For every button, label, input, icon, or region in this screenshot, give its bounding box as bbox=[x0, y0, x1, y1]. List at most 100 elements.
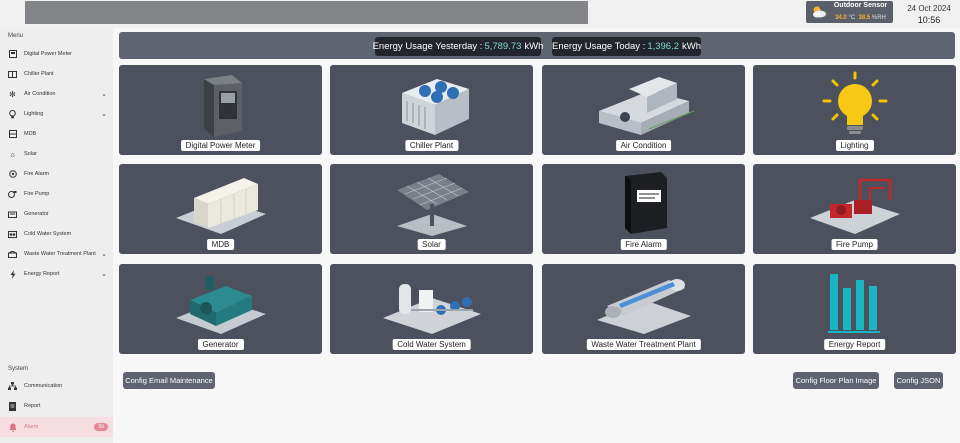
sidebar-item-label: Chiller Plant bbox=[24, 71, 54, 77]
card-lighting[interactable]: Lighting bbox=[753, 65, 956, 155]
sidebar-item-label: Fire Pump bbox=[24, 191, 50, 197]
chevron-down-icon[interactable]: ⌄ bbox=[99, 90, 109, 98]
energy-today-label: Energy Usage Today : bbox=[552, 41, 646, 52]
bell-icon bbox=[8, 423, 17, 432]
alarm-count-badge: 56 bbox=[94, 423, 108, 431]
generator-icon bbox=[8, 210, 17, 219]
energy-yesterday: Energy Usage Yesterday : 5,789.73 kWh bbox=[373, 37, 543, 56]
lighting-illustration bbox=[822, 71, 887, 134]
card-label: Energy Report bbox=[823, 339, 886, 350]
card-fire-pump[interactable]: Fire Pump bbox=[753, 164, 956, 254]
menu-section-label: Menu bbox=[8, 33, 24, 39]
cold-water-system-illustration bbox=[382, 284, 481, 334]
fire-alarm-illustration bbox=[624, 172, 667, 234]
fire-alarm-icon bbox=[8, 170, 17, 179]
water-system-icon bbox=[8, 230, 17, 239]
sidebar-item-lighting[interactable]: Lighting ⌄ bbox=[0, 105, 113, 123]
card-solar[interactable]: Solar bbox=[330, 164, 533, 254]
card-mdb[interactable]: MDB bbox=[119, 164, 322, 254]
sidebar-item-label: Digital Power Meter bbox=[24, 51, 72, 57]
waste-water-plant-illustration bbox=[596, 279, 691, 334]
energy-today: Energy Usage Today : 1,396.2 kWh bbox=[552, 37, 701, 56]
chevron-down-icon[interactable]: ⌄ bbox=[99, 250, 109, 258]
sidebar-item-label: Alarm bbox=[24, 424, 39, 430]
energy-yesterday-value: 5,789.73 bbox=[484, 41, 522, 52]
current-time: 10:56 bbox=[917, 15, 941, 25]
water-plant-icon bbox=[8, 250, 17, 259]
sidebar-item-label: Generator bbox=[24, 211, 49, 217]
sidebar-item-cold-water-system[interactable]: Cold Water System bbox=[0, 225, 113, 243]
sidebar-item-label: Cold Water System bbox=[24, 231, 72, 237]
system-section-label: System bbox=[8, 366, 29, 372]
sidebar-item-report[interactable]: Report bbox=[0, 397, 113, 415]
sidebar-item-air-condition[interactable]: ✻ Air Condition ⌄ bbox=[0, 85, 113, 103]
card-fire-alarm[interactable]: Fire Alarm bbox=[542, 164, 745, 254]
card-label: Digital Power Meter bbox=[180, 140, 261, 151]
sidebar-item-alarm[interactable]: Alarm 56 bbox=[0, 417, 113, 437]
generator-illustration bbox=[175, 276, 266, 334]
card-energy-report[interactable]: Energy Report bbox=[753, 264, 956, 354]
lightning-icon bbox=[8, 269, 17, 279]
config-email-maintenance-button[interactable]: Config Email Maintenance bbox=[123, 372, 215, 389]
sidebar-item-label: Solar bbox=[24, 151, 37, 157]
energy-today-value: 1,396.2 bbox=[647, 41, 680, 52]
sidebar-item-label: MDB bbox=[24, 131, 37, 137]
chevron-down-icon[interactable]: ⌄ bbox=[99, 270, 109, 278]
sidebar-item-solar[interactable]: ☼ Solar bbox=[0, 145, 113, 163]
sidebar-item-label: Air Condition bbox=[24, 91, 56, 97]
sidebar-item-communication[interactable]: Communication bbox=[0, 377, 113, 395]
card-air-condition[interactable]: Air Condition bbox=[542, 65, 745, 155]
card-label: Air Condition bbox=[615, 140, 672, 151]
energy-report-illustration bbox=[827, 274, 880, 333]
sidebar-item-chiller-plant[interactable]: Chiller Plant bbox=[0, 65, 113, 83]
mdb-illustration bbox=[175, 178, 266, 234]
chiller-icon bbox=[8, 70, 17, 79]
card-label: Lighting bbox=[835, 140, 874, 151]
chevron-down-icon[interactable]: ⌄ bbox=[99, 110, 109, 118]
card-digital-power-meter[interactable]: Digital Power Meter bbox=[119, 65, 322, 155]
sensor-temp: 34.0 bbox=[835, 15, 847, 21]
sidebar-item-fire-alarm[interactable]: Fire Alarm bbox=[0, 165, 113, 183]
card-label: Cold Water System bbox=[392, 339, 471, 350]
card-generator[interactable]: Generator bbox=[119, 264, 322, 354]
sidebar-item-label: Waste Water Treatment Plant bbox=[24, 251, 96, 257]
sidebar-item-fire-pump[interactable]: Fire Pump bbox=[0, 185, 113, 203]
sidebar-item-label: Fire Alarm bbox=[24, 171, 50, 177]
sidebar-item-label: Lighting bbox=[24, 111, 44, 117]
card-label: MDB bbox=[206, 239, 235, 250]
partly-cloudy-icon bbox=[810, 4, 828, 20]
report-icon bbox=[8, 401, 17, 411]
solar-illustration bbox=[396, 174, 469, 236]
sidebar-item-generator[interactable]: Generator bbox=[0, 205, 113, 223]
air-condition-illustration bbox=[598, 77, 694, 135]
network-icon bbox=[8, 382, 17, 391]
sidebar-item-digital-power-meter[interactable]: Digital Power Meter bbox=[0, 45, 113, 63]
sidebar-item-label: Energy Report bbox=[24, 271, 60, 277]
energy-unit: kWh bbox=[682, 41, 702, 52]
card-label: Fire Pump bbox=[831, 239, 878, 250]
sidebar-item-waste-water-treatment-plant[interactable]: Waste Water Treatment Plant ⌄ bbox=[0, 245, 113, 263]
current-date: 24 Oct 2024 bbox=[907, 4, 951, 13]
card-chiller-plant[interactable]: Chiller Plant bbox=[330, 65, 533, 155]
config-json-button[interactable]: Config JSON bbox=[894, 372, 943, 389]
sensor-humidity-unit: %RH bbox=[871, 15, 886, 21]
sun-icon: ☼ bbox=[8, 149, 17, 159]
sensor-humidity: 38.5 bbox=[858, 15, 871, 21]
card-waste-water-treatment-plant[interactable]: Waste Water Treatment Plant bbox=[542, 264, 745, 354]
digital-power-meter-illustration bbox=[203, 75, 242, 137]
sidebar-item-mdb[interactable]: MDB bbox=[0, 125, 113, 143]
sidebar-item-energy-report[interactable]: Energy Report ⌄ bbox=[0, 265, 113, 283]
card-label: Chiller Plant bbox=[404, 140, 459, 151]
fan-icon: ✻ bbox=[9, 89, 16, 99]
datetime: 24 Oct 2024 10:56 bbox=[900, 4, 958, 25]
config-floor-plan-image-button[interactable]: Config Floor Plan Image bbox=[793, 372, 879, 389]
mdb-icon bbox=[8, 130, 17, 139]
bulb-icon bbox=[8, 109, 17, 119]
brand-banner bbox=[25, 1, 588, 24]
outdoor-sensor-widget: Outdoor Sensor 34.0 °C 38.5 %RH bbox=[806, 1, 893, 23]
fire-pump-icon bbox=[8, 190, 17, 199]
chiller-plant-illustration bbox=[401, 79, 469, 135]
sidebar: Menu Digital Power Meter Chiller Plant ✻… bbox=[0, 28, 113, 443]
card-cold-water-system[interactable]: Cold Water System bbox=[330, 264, 533, 354]
card-label: Solar bbox=[417, 239, 446, 250]
